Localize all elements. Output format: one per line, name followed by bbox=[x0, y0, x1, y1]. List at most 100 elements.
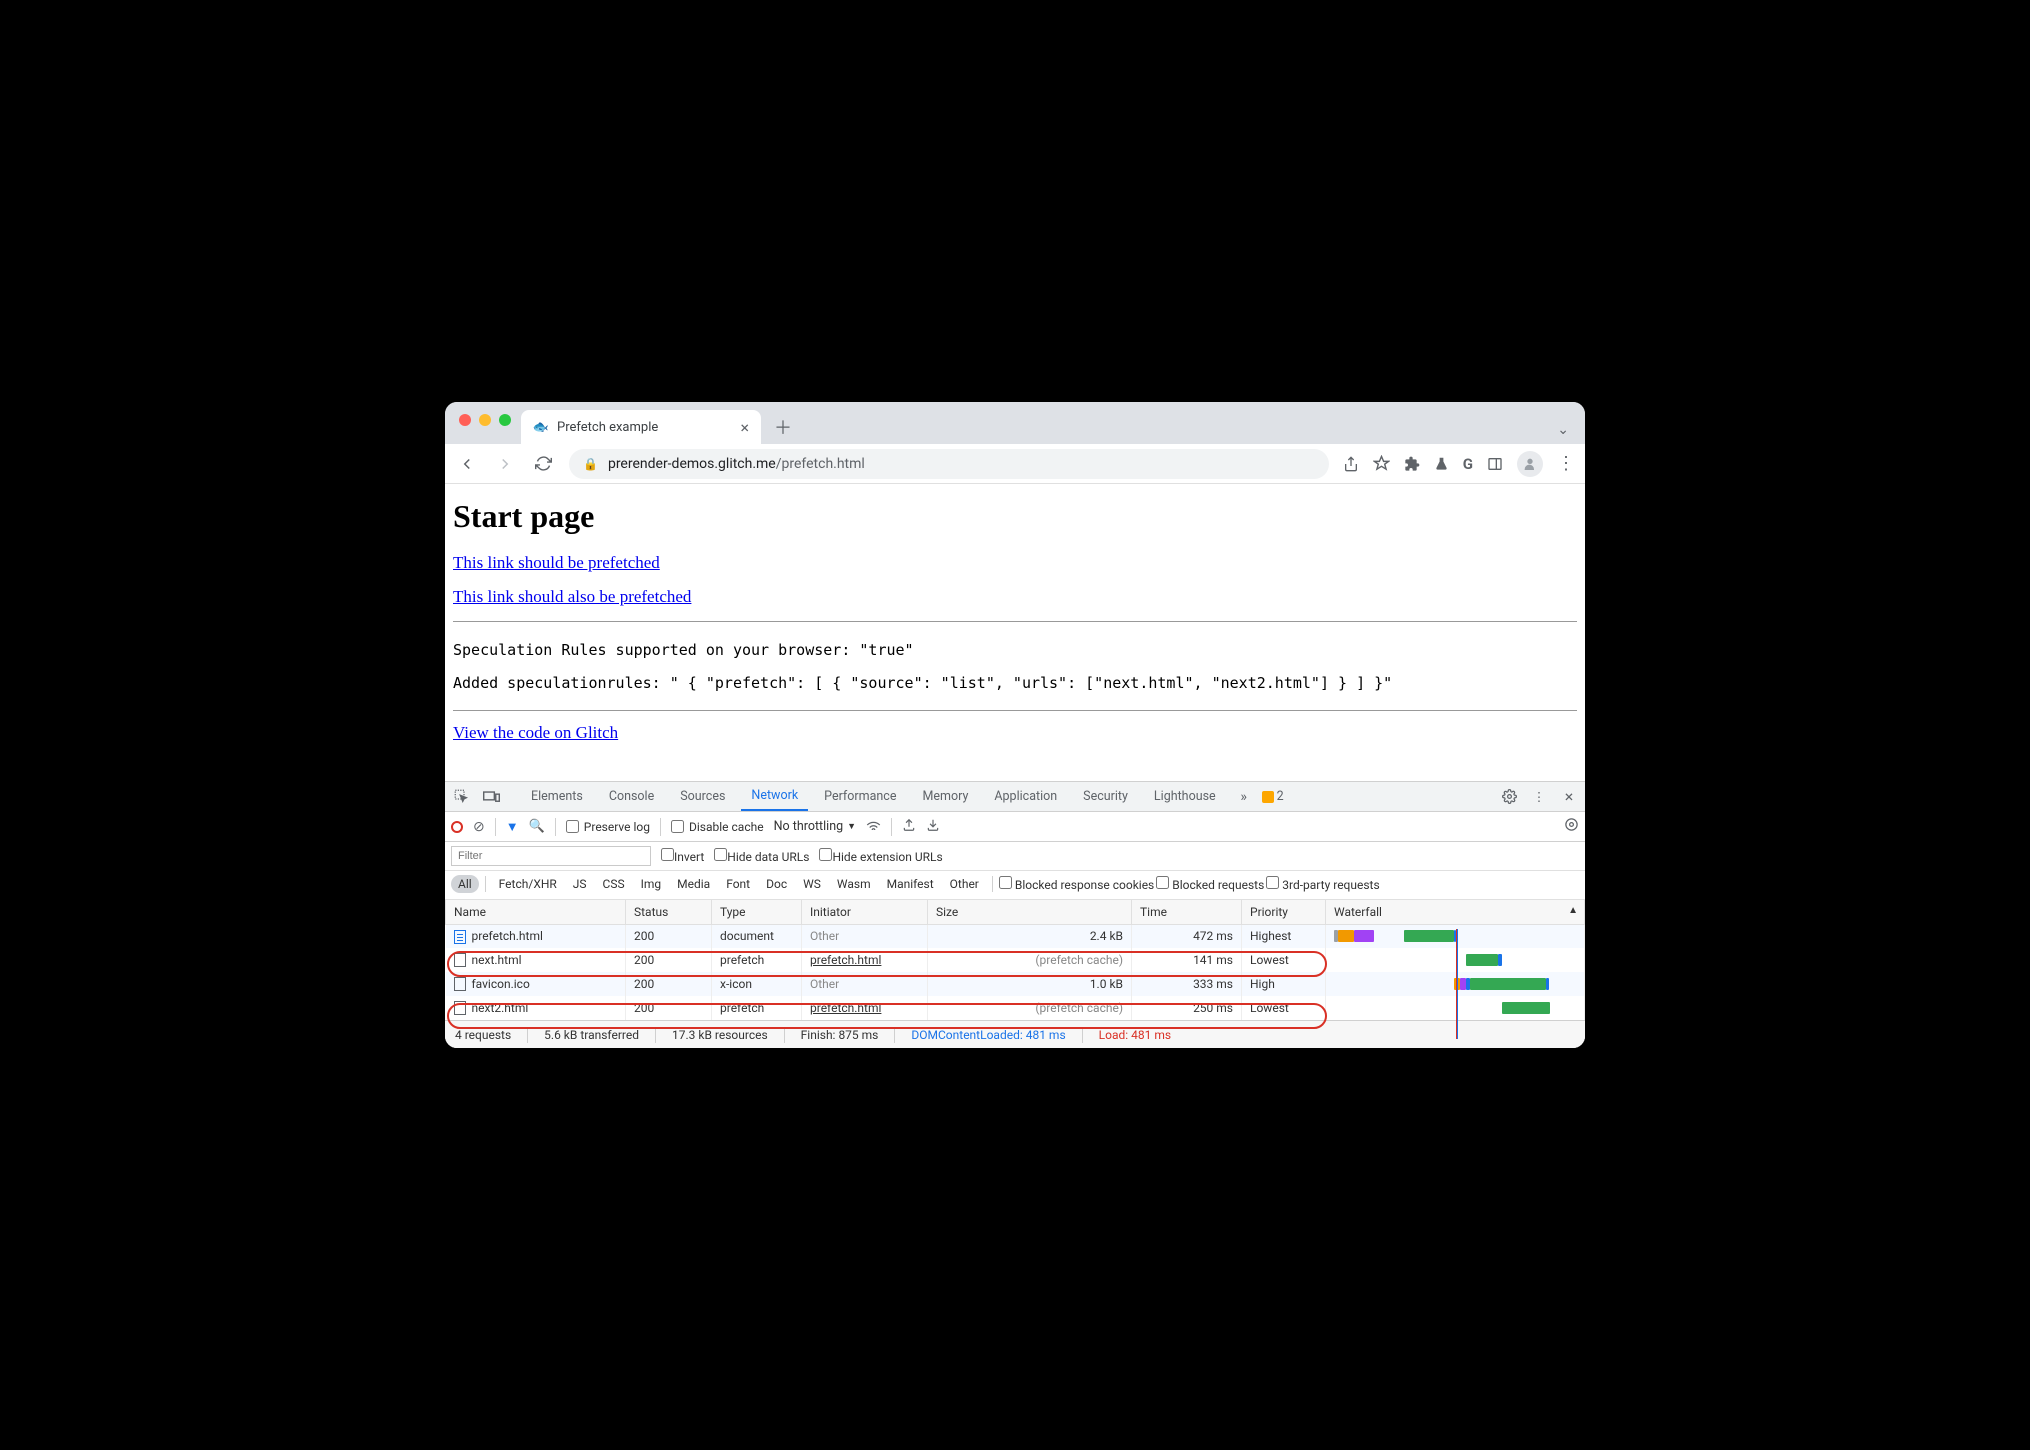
minimize-window-button[interactable] bbox=[479, 414, 491, 426]
back-button[interactable] bbox=[455, 452, 479, 476]
forward-button[interactable] bbox=[493, 452, 517, 476]
devtools-tab-application[interactable]: Application bbox=[984, 782, 1067, 811]
network-row[interactable]: next2.html200prefetchprefetch.html(prefe… bbox=[446, 996, 1585, 1020]
glitch-code-link[interactable]: View the code on Glitch bbox=[453, 723, 1577, 743]
invert-checkbox[interactable]: Invert bbox=[661, 848, 704, 864]
speculation-supported-text: Speculation Rules supported on your brow… bbox=[453, 634, 1577, 667]
devtools-tab-memory[interactable]: Memory bbox=[912, 782, 978, 811]
warnings-badge[interactable]: 2 bbox=[1262, 789, 1284, 804]
browser-tab[interactable]: 🐟 Prefetch example × bbox=[521, 410, 761, 444]
network-row[interactable]: favicon.ico200x-iconOther1.0 kB333 msHig… bbox=[446, 972, 1585, 996]
reload-button[interactable] bbox=[531, 452, 555, 476]
devtools-tab-elements[interactable]: Elements bbox=[521, 782, 593, 811]
devtools-tab-performance[interactable]: Performance bbox=[814, 782, 906, 811]
column-priority[interactable]: Priority bbox=[1242, 900, 1326, 924]
prefetch-link-2[interactable]: This link should also be prefetched bbox=[453, 587, 1577, 607]
search-icon[interactable]: 🔍 bbox=[529, 819, 545, 834]
share-icon[interactable] bbox=[1343, 456, 1359, 472]
google-icon[interactable]: G bbox=[1463, 455, 1473, 473]
filter-chip-ws[interactable]: WS bbox=[796, 875, 828, 893]
devtools-tab-console[interactable]: Console bbox=[599, 782, 664, 811]
status-requests: 4 requests bbox=[455, 1028, 511, 1042]
close-window-button[interactable] bbox=[459, 414, 471, 426]
inspect-icon[interactable] bbox=[449, 785, 473, 809]
column-waterfall[interactable]: Waterfall▲ bbox=[1326, 900, 1585, 924]
initiator-link[interactable]: prefetch.html bbox=[810, 953, 881, 967]
maximize-window-button[interactable] bbox=[499, 414, 511, 426]
browser-toolbar: 🔒 prerender-demos.glitch.me/prefetch.htm… bbox=[445, 444, 1585, 484]
third-party-checkbox[interactable]: 3rd-party requests bbox=[1266, 876, 1379, 892]
devtools-tabs: ElementsConsoleSourcesNetworkPerformance… bbox=[445, 782, 1585, 812]
file-icon bbox=[454, 953, 466, 967]
column-size[interactable]: Size bbox=[928, 900, 1132, 924]
column-name[interactable]: Name bbox=[446, 900, 626, 924]
throttling-select[interactable]: No throttling▼ bbox=[774, 819, 856, 834]
hide-data-urls-checkbox[interactable]: Hide data URLs bbox=[714, 848, 809, 864]
file-icon bbox=[454, 1001, 466, 1015]
hide-extension-urls-checkbox[interactable]: Hide extension URLs bbox=[819, 848, 942, 864]
import-har-icon[interactable] bbox=[926, 818, 940, 836]
file-icon bbox=[454, 930, 466, 944]
status-dcl: DOMContentLoaded: 481 ms bbox=[911, 1028, 1065, 1042]
devtools-tab-lighthouse[interactable]: Lighthouse bbox=[1144, 782, 1226, 811]
filter-chip-js[interactable]: JS bbox=[566, 875, 594, 893]
status-resources: 17.3 kB resources bbox=[672, 1028, 768, 1042]
close-tab-icon[interactable]: × bbox=[740, 418, 749, 437]
chrome-menu-icon[interactable]: ⋮ bbox=[1557, 453, 1575, 474]
preserve-log-checkbox[interactable]: Preserve log bbox=[566, 820, 650, 834]
filter-toggle-icon[interactable]: ▼ bbox=[506, 819, 519, 835]
network-table: NameStatusTypeInitiatorSizeTimePriorityW… bbox=[445, 900, 1585, 1020]
more-tabs-icon[interactable]: » bbox=[1232, 785, 1256, 809]
tabs-dropdown-icon[interactable]: ⌄ bbox=[1557, 422, 1569, 438]
status-finish: Finish: 875 ms bbox=[801, 1028, 879, 1042]
extensions-icon[interactable] bbox=[1404, 456, 1420, 472]
devtools-menu-icon[interactable]: ⋮ bbox=[1527, 785, 1551, 809]
filter-chip-font[interactable]: Font bbox=[719, 875, 757, 893]
network-row[interactable]: prefetch.html200documentOther2.4 kB472 m… bbox=[446, 924, 1585, 948]
filter-chip-media[interactable]: Media bbox=[670, 875, 717, 893]
divider bbox=[453, 621, 1577, 622]
bookmark-icon[interactable] bbox=[1373, 455, 1390, 472]
devtools-tab-network[interactable]: Network bbox=[741, 782, 808, 811]
toolbar-actions: G ⋮ bbox=[1343, 451, 1575, 477]
export-har-icon[interactable] bbox=[902, 818, 916, 836]
disable-cache-checkbox[interactable]: Disable cache bbox=[671, 820, 764, 834]
waterfall-cell bbox=[1334, 976, 1554, 992]
device-toggle-icon[interactable] bbox=[479, 785, 503, 809]
profile-avatar[interactable] bbox=[1517, 451, 1543, 477]
devtools-tab-security[interactable]: Security bbox=[1073, 782, 1138, 811]
address-bar[interactable]: 🔒 prerender-demos.glitch.me/prefetch.htm… bbox=[569, 449, 1329, 479]
settings-icon[interactable] bbox=[1497, 785, 1521, 809]
filter-chip-manifest[interactable]: Manifest bbox=[880, 875, 941, 893]
column-time[interactable]: Time bbox=[1132, 900, 1242, 924]
column-status[interactable]: Status bbox=[626, 900, 712, 924]
filter-input[interactable] bbox=[451, 846, 651, 866]
labs-icon[interactable] bbox=[1434, 456, 1449, 472]
blocked-cookies-checkbox[interactable]: Blocked response cookies bbox=[999, 876, 1154, 892]
page-heading: Start page bbox=[453, 498, 1577, 535]
devtools-tab-sources[interactable]: Sources bbox=[670, 782, 735, 811]
prefetch-link-1[interactable]: This link should be prefetched bbox=[453, 553, 1577, 573]
filter-chip-fetch-xhr[interactable]: Fetch/XHR bbox=[492, 875, 564, 893]
record-button[interactable] bbox=[451, 821, 463, 833]
blocked-requests-checkbox[interactable]: Blocked requests bbox=[1156, 876, 1264, 892]
filter-chip-doc[interactable]: Doc bbox=[759, 875, 794, 893]
speculation-rules-text: Added speculationrules: " { "prefetch": … bbox=[453, 667, 1577, 700]
filter-chip-other[interactable]: Other bbox=[943, 875, 986, 893]
filter-chip-css[interactable]: CSS bbox=[596, 875, 632, 893]
filter-chip-wasm[interactable]: Wasm bbox=[830, 875, 878, 893]
network-settings-icon[interactable] bbox=[1564, 817, 1579, 836]
new-tab-button[interactable]: ＋ bbox=[769, 413, 797, 441]
filter-chip-all[interactable]: All bbox=[451, 875, 479, 893]
column-initiator[interactable]: Initiator bbox=[802, 900, 928, 924]
network-conditions-icon[interactable] bbox=[866, 819, 881, 835]
initiator-link[interactable]: prefetch.html bbox=[810, 1001, 881, 1015]
network-table-wrap: NameStatusTypeInitiatorSizeTimePriorityW… bbox=[445, 900, 1585, 1020]
close-devtools-icon[interactable]: × bbox=[1557, 785, 1581, 809]
network-row[interactable]: next.html200prefetchprefetch.html(prefet… bbox=[446, 948, 1585, 972]
clear-button[interactable]: ⊘ bbox=[473, 819, 485, 835]
sidepanel-icon[interactable] bbox=[1487, 456, 1503, 472]
status-transferred: 5.6 kB transferred bbox=[544, 1028, 639, 1042]
column-type[interactable]: Type bbox=[712, 900, 802, 924]
filter-chip-img[interactable]: Img bbox=[634, 875, 669, 893]
